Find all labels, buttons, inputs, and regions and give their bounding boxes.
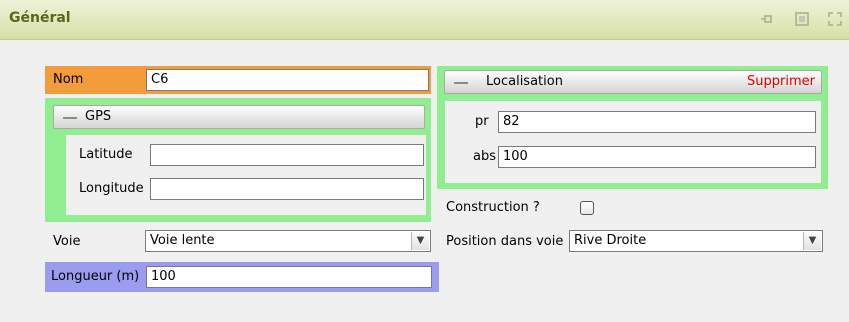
longueur-label: Longueur (m): [51, 269, 140, 284]
localisation-title: Localisation: [486, 74, 563, 89]
construction-checkbox[interactable]: [580, 201, 594, 215]
abs-input[interactable]: 100: [498, 146, 816, 168]
latitude-label: Latitude: [79, 147, 133, 162]
voie-select[interactable]: Voie lente ▼: [145, 230, 431, 252]
title-bar: Général: [0, 0, 849, 40]
chevron-down-icon[interactable]: ▼: [411, 232, 429, 250]
gps-body: Latitude Longitude: [66, 135, 426, 215]
construction-label: Construction ?: [446, 200, 540, 215]
nom-row: Nom C6: [45, 66, 431, 94]
pr-label: pr: [475, 114, 489, 129]
voie-label: Voie: [53, 234, 81, 249]
pr-input[interactable]: 82: [498, 111, 816, 133]
window-icon[interactable]: [794, 11, 810, 27]
longitude-input[interactable]: [150, 178, 424, 200]
localisation-body: pr 82 abs 100: [445, 101, 821, 183]
chevron-down-icon[interactable]: ▼: [803, 232, 821, 250]
position-voie-value: Rive Droite: [574, 233, 647, 248]
nom-input[interactable]: C6: [146, 69, 429, 91]
gps-title: GPS: [85, 109, 112, 124]
voie-value: Voie lente: [150, 233, 215, 248]
localisation-header[interactable]: Localisation Supprimer: [444, 70, 822, 94]
longueur-row: Longueur (m) 100: [45, 262, 439, 292]
collapse-icon: [454, 82, 468, 84]
abs-label: abs: [473, 149, 496, 164]
position-voie-select[interactable]: Rive Droite ▼: [569, 230, 823, 252]
expand-icon[interactable]: [827, 11, 843, 27]
latitude-input[interactable]: [150, 144, 424, 166]
delete-link[interactable]: Supprimer: [747, 74, 815, 89]
longitude-label: Longitude: [79, 181, 144, 196]
gps-header[interactable]: GPS: [53, 105, 425, 129]
position-voie-label: Position dans voie: [446, 234, 564, 249]
nom-label: Nom: [53, 72, 84, 87]
gps-group: GPS Latitude Longitude: [45, 98, 431, 222]
longueur-input[interactable]: 100: [146, 266, 432, 288]
collapse-icon: [63, 117, 77, 119]
pin-icon[interactable]: [759, 11, 775, 27]
panel-title: Général: [9, 10, 71, 26]
localisation-group: Localisation Supprimer pr 82 abs 100: [437, 66, 828, 189]
